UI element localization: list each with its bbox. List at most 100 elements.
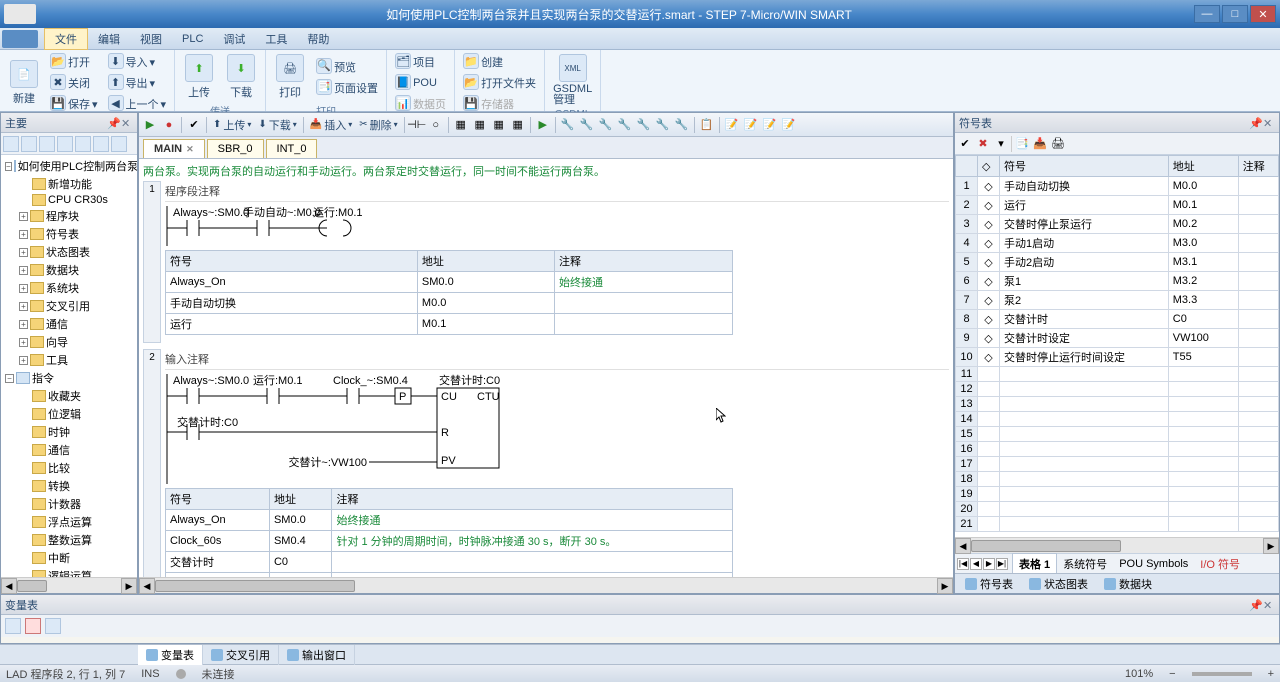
tab-io-symbols[interactable]: I/O 符号 [1194, 554, 1246, 574]
pou-button[interactable]: 📘POU [391, 73, 450, 93]
tb-icon-7[interactable]: 🔧 [578, 116, 596, 134]
tb-icon-10[interactable]: 🔧 [635, 116, 653, 134]
import-button[interactable]: ⬇导入 ▾ [104, 52, 171, 72]
upload-button[interactable]: ⬆上传 [179, 52, 219, 102]
app-orb[interactable] [2, 30, 38, 48]
tree-item[interactable]: CPU CR30s [3, 193, 135, 207]
tree-item[interactable]: 新增功能 [3, 175, 135, 193]
tree-hscroll[interactable]: ◀▶ [1, 577, 137, 593]
datapage-button[interactable]: 📊数据页 [391, 94, 450, 114]
gsdml-button[interactable]: XMLGSDML 管理 [549, 52, 596, 108]
menu-edit[interactable]: 编辑 [88, 29, 130, 49]
tree-item[interactable]: +工具 [3, 351, 135, 369]
symbol-row[interactable]: 6◇泵1M3.2 [956, 272, 1279, 291]
tree-item[interactable]: 位逻辑 [3, 405, 135, 423]
var-tool-1[interactable] [5, 618, 21, 634]
tree-item[interactable]: +程序块 [3, 207, 135, 225]
panel-close-icon[interactable]: ✕ [1263, 599, 1275, 611]
sym-tool-5[interactable]: 📥 [1032, 136, 1048, 152]
tb-icon-8[interactable]: 🔧 [597, 116, 615, 134]
close-button[interactable]: ✕ [1250, 5, 1276, 23]
tree-tool-3[interactable] [39, 136, 55, 152]
btab-vartable[interactable]: 变量表 [138, 645, 203, 665]
tb-icon-6[interactable]: 🔧 [559, 116, 577, 134]
symbol-row[interactable]: 4◇手动1启动M3.0 [956, 234, 1279, 253]
editor-tab[interactable]: SBR_0 [207, 139, 264, 158]
symbol-row[interactable]: 2◇运行M0.1 [956, 196, 1279, 215]
symbol-row[interactable]: 16 [956, 442, 1279, 457]
sym-tool-1[interactable]: ✔ [957, 136, 973, 152]
zoom-out-button[interactable]: − [1169, 668, 1175, 680]
panel-close-icon[interactable]: ✕ [121, 117, 133, 129]
tree-item[interactable]: 转换 [3, 477, 135, 495]
tb-icon-17[interactable]: 📝 [780, 116, 798, 134]
tree-tool-6[interactable] [93, 136, 109, 152]
tree-tool-1[interactable] [3, 136, 19, 152]
symbol-row[interactable]: 18 [956, 472, 1279, 487]
symgrid-hscroll[interactable]: ◀▶ [955, 537, 1279, 553]
panel-pin-icon[interactable]: 📌 [107, 117, 119, 129]
btab-status[interactable]: 状态图表 [1023, 574, 1094, 594]
menu-tools[interactable]: 工具 [255, 29, 297, 49]
ladder-area[interactable]: 两台泵。实现两台泵的自动运行和手动运行。两台泵定时交替运行，同一时间不能运行两台… [139, 159, 953, 577]
project-tree[interactable]: −如何使用PLC控制两台泵并且新增功能CPU CR30s+程序块+符号表+状态图… [1, 155, 137, 577]
download-button[interactable]: ⬇下载 [221, 52, 261, 102]
export-button[interactable]: ⬆导出 ▾ [104, 73, 171, 93]
tree-item[interactable]: 中断 [3, 549, 135, 567]
tree-item[interactable]: 整数运算 [3, 531, 135, 549]
tree-item[interactable]: −如何使用PLC控制两台泵并且 [3, 157, 135, 175]
symbol-row[interactable]: 17 [956, 457, 1279, 472]
toolbar-upload[interactable]: ⬆上传▾ [210, 117, 254, 133]
tb-icon-9[interactable]: 🔧 [616, 116, 634, 134]
memory-button[interactable]: 💾存储器 [459, 94, 540, 114]
stop-button[interactable]: ● [160, 116, 178, 134]
tb-icon-16[interactable]: 📝 [761, 116, 779, 134]
var-tool-3[interactable] [45, 618, 61, 634]
print-button[interactable]: 🖨打印 [270, 52, 310, 102]
pagesetup-button[interactable]: 📑页面设置 [312, 78, 382, 98]
prev-button[interactable]: ◀上一个 ▾ [104, 94, 171, 114]
ladder-rung[interactable]: Always~:SM0.0运行:M0.1Clock_~:SM0.4P交替计时:C… [165, 374, 725, 484]
sym-tool-2[interactable]: ✖ [975, 136, 991, 152]
compile-button[interactable]: ✔ [185, 116, 203, 134]
panel-pin-icon[interactable]: 📌 [1249, 117, 1261, 129]
nav-prev[interactable]: ◀ [970, 558, 982, 570]
maximize-button[interactable]: □ [1222, 5, 1248, 23]
tree-item[interactable]: 收藏夹 [3, 387, 135, 405]
symbol-row[interactable]: 13 [956, 397, 1279, 412]
symbol-row[interactable]: 10◇交替时停止运行时间设定T55 [956, 348, 1279, 367]
symbol-row[interactable]: 7◇泵2M3.3 [956, 291, 1279, 310]
tree-item[interactable]: −指令 [3, 369, 135, 387]
tb-icon-4[interactable]: ▦ [509, 116, 527, 134]
editor-tab[interactable]: MAIN✕ [143, 139, 205, 158]
tree-item[interactable]: +状态图表 [3, 243, 135, 261]
toolbar-download[interactable]: ⬇下载▾ [255, 117, 299, 133]
nav-last[interactable]: ▶| [996, 558, 1008, 570]
tab-table1[interactable]: 表格 1 [1012, 553, 1057, 574]
editor-hscroll[interactable]: ◀▶ [139, 577, 953, 593]
symbol-row[interactable]: 1◇手动自动切换M0.0 [956, 177, 1279, 196]
tree-item[interactable]: +符号表 [3, 225, 135, 243]
menu-help[interactable]: 帮助 [297, 29, 339, 49]
sym-tool-3[interactable]: ▾ [993, 136, 1009, 152]
ladder-content[interactable]: 两台泵。实现两台泵的自动运行和手动运行。两台泵定时交替运行，同一时间不能运行两台… [139, 159, 953, 577]
symbol-row[interactable]: 12 [956, 382, 1279, 397]
btab-crossref[interactable]: 交叉引用 [203, 645, 279, 665]
panel-close-icon[interactable]: ✕ [1263, 117, 1275, 129]
ladder-rung[interactable]: Always~:SM0.0手动自动~:M0.0运行:M0.1 [165, 206, 725, 246]
create-button[interactable]: 📁创建 [459, 52, 540, 72]
zoom-in-button[interactable]: + [1268, 668, 1274, 680]
openfolder-button[interactable]: 📂打开文件夹 [459, 73, 540, 93]
tree-item[interactable]: 浮点运算 [3, 513, 135, 531]
tree-item[interactable]: 比较 [3, 459, 135, 477]
tb-icon-1[interactable]: ▦ [452, 116, 470, 134]
btab-datablock[interactable]: 数据块 [1098, 574, 1158, 594]
panel-pin-icon[interactable]: 📌 [1249, 599, 1261, 611]
tree-item[interactable]: 计数器 [3, 495, 135, 513]
tree-item[interactable]: 逻辑运算 [3, 567, 135, 577]
tb-icon-5[interactable]: ▶ [534, 116, 552, 134]
btab-symbols[interactable]: 符号表 [959, 574, 1019, 594]
symbol-row[interactable]: 9◇交替计时设定VW100 [956, 329, 1279, 348]
tb-icon-2[interactable]: ▦ [471, 116, 489, 134]
sym-tool-6[interactable]: 🖨 [1050, 136, 1066, 152]
